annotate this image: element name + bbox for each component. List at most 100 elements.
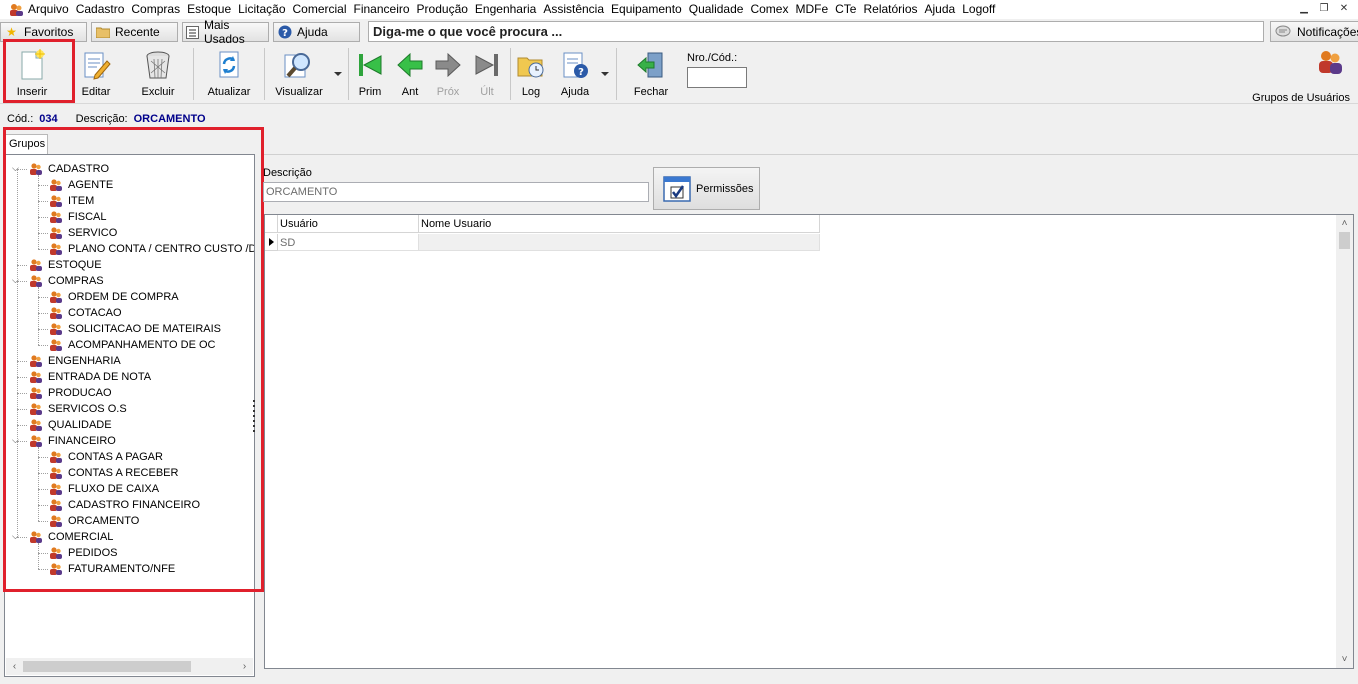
log-button[interactable]: Log <box>516 48 546 102</box>
visualizar-dropdown-arrow-icon[interactable] <box>334 72 342 76</box>
descricao-info-label: Descrição: <box>75 113 128 125</box>
menu-item-comex[interactable]: Comex <box>750 0 794 19</box>
last-arrow-icon <box>470 48 504 82</box>
menu-item-licita-o[interactable]: Licitação <box>238 0 291 19</box>
scroll-down-icon[interactable]: ˅ <box>1336 651 1353 668</box>
menu-item-mdfe[interactable]: MDFe <box>795 0 834 19</box>
menu-item-qualidade[interactable]: Qualidade <box>689 0 750 19</box>
svg-text:?: ? <box>578 67 584 78</box>
menu-bar: Arquivo Cadastro Compras Estoque Licitação Co… <box>0 0 1358 19</box>
cod-label: Cód.: <box>7 113 34 125</box>
mais-usados-label: Mais Usados <box>204 18 245 46</box>
ajuda-quick-label: Ajuda <box>297 25 328 39</box>
log-folder-clock-icon <box>514 48 548 82</box>
scroll-thumb[interactable] <box>23 661 191 672</box>
nro-cod-input[interactable] <box>687 67 747 88</box>
grid-vertical-scrollbar[interactable]: ˄ ˅ <box>1336 215 1353 668</box>
ult-button[interactable]: Últ <box>472 48 502 102</box>
notificacoes-button[interactable]: Notificações <box>1270 21 1358 42</box>
menu-item-estoque[interactable]: Estoque <box>187 0 237 19</box>
folder-icon <box>95 25 110 40</box>
next-arrow-icon <box>431 48 465 82</box>
grupos-usuarios-button[interactable]: Grupos de Usuários <box>1252 48 1350 104</box>
fechar-label: Fechar <box>633 86 669 98</box>
help-icon: ? <box>277 25 292 40</box>
permissoes-label: Permissões <box>696 182 754 195</box>
search-input[interactable]: Diga-me o que você procura ... <box>368 21 1264 42</box>
menu-item-relat-rios[interactable]: Relatórios <box>863 0 923 19</box>
content-divider <box>264 154 1358 155</box>
help-document-icon: ? <box>558 48 592 82</box>
ajuda-toolbar-button[interactable]: ? Ajuda <box>558 48 592 102</box>
favoritos-label: Favoritos <box>24 25 74 39</box>
menu-item-ajuda[interactable]: Ajuda <box>925 0 962 19</box>
star-icon: ★ <box>6 25 17 39</box>
recente-label: Recente <box>115 25 160 39</box>
list-icon <box>186 25 199 40</box>
column-usuario[interactable]: Usuário <box>278 215 419 233</box>
menu-item-engenharia[interactable]: Engenharia <box>475 0 542 19</box>
visualizar-button[interactable]: Visualizar <box>275 48 323 102</box>
refresh-icon <box>212 48 246 82</box>
atualizar-button[interactable]: Atualizar <box>206 48 252 102</box>
mais-usados-button[interactable]: Mais Usados <box>182 18 269 46</box>
menu-item-financeiro[interactable]: Financeiro <box>354 0 416 19</box>
editar-button[interactable]: Editar <box>76 48 116 102</box>
close-button[interactable]: ✕ <box>1334 0 1354 17</box>
table-row[interactable]: SD <box>265 234 820 251</box>
menu-item-equipamento[interactable]: Equipamento <box>611 0 688 19</box>
ajuda-quick-button[interactable]: ? Ajuda <box>273 22 360 42</box>
toolbar-separator <box>348 48 349 100</box>
prox-button[interactable]: Próx <box>433 48 463 102</box>
menu-item-logoff[interactable]: Logoff <box>962 0 1001 19</box>
first-arrow-icon <box>353 48 387 82</box>
main-toolbar: Inserir Editar Excluir Atualizar Visuali… <box>0 44 1358 104</box>
tree-horizontal-scrollbar[interactable]: ‹ › <box>6 658 253 675</box>
ult-label: Últ <box>480 86 494 98</box>
scroll-up-icon[interactable]: ˄ <box>1336 215 1353 232</box>
recente-button[interactable]: Recente <box>91 22 178 42</box>
menu-item-comercial[interactable]: Comercial <box>293 0 353 19</box>
user-group-icon <box>1316 48 1344 76</box>
fechar-button[interactable]: Fechar <box>630 48 672 102</box>
menu-item-arquivo[interactable]: Arquivo <box>28 0 75 19</box>
ajuda-toolbar-label: Ajuda <box>560 86 590 98</box>
usuarios-grid: Usuário Nome Usuario SD ˄ ˅ <box>264 214 1354 669</box>
toolbar-separator <box>193 48 194 100</box>
minimize-button[interactable]: ▁ <box>1294 0 1314 17</box>
descricao-label: Descrição <box>263 167 312 179</box>
inserir-highlight-box <box>3 39 75 103</box>
toolbar-separator <box>616 48 617 100</box>
grupos-highlight-box <box>3 127 264 592</box>
column-nome-usuario[interactable]: Nome Usuario <box>419 215 820 233</box>
chat-bubble-icon <box>1275 25 1291 39</box>
edit-pencil-icon <box>79 48 113 82</box>
menu-item-produ-o[interactable]: Produção <box>417 0 474 19</box>
menu-item-compras[interactable]: Compras <box>131 0 186 19</box>
visualizar-label: Visualizar <box>275 86 323 98</box>
trash-bin-icon <box>141 48 175 82</box>
scroll-right-icon[interactable]: › <box>236 658 253 675</box>
prim-label: Prim <box>358 86 382 98</box>
quick-access-bar: ★ Favoritos Recente Mais Usados ? Ajuda … <box>0 18 1358 46</box>
ant-button[interactable]: Ant <box>395 48 425 102</box>
editar-label: Editar <box>81 86 111 98</box>
record-info-line: Cód.: 034 Descrição: ORCAMENTO <box>7 113 224 125</box>
menu-item-cte[interactable]: CTe <box>835 0 862 19</box>
excluir-button[interactable]: Excluir <box>137 48 179 102</box>
app-users-icon[interactable] <box>8 2 24 18</box>
prim-button[interactable]: Prim <box>355 48 385 102</box>
descricao-field[interactable]: ORCAMENTO <box>263 182 649 202</box>
cell-usuario[interactable]: SD <box>278 234 419 251</box>
permissoes-button[interactable]: Permissões <box>653 167 760 210</box>
scroll-thumb[interactable] <box>1339 232 1350 249</box>
checkbox-window-icon <box>662 174 692 204</box>
restore-button[interactable]: ❐ <box>1314 0 1334 17</box>
scroll-left-icon[interactable]: ‹ <box>6 658 23 675</box>
nro-cod-label: Nro./Cód.: <box>687 52 738 64</box>
menu-item-cadastro[interactable]: Cadastro <box>76 0 131 19</box>
ajuda-dropdown-arrow-icon[interactable] <box>601 72 609 76</box>
descricao-info-value: ORCAMENTO <box>133 113 206 125</box>
cell-nome-usuario[interactable] <box>419 234 820 251</box>
menu-item-assist-ncia[interactable]: Assistência <box>543 0 610 19</box>
